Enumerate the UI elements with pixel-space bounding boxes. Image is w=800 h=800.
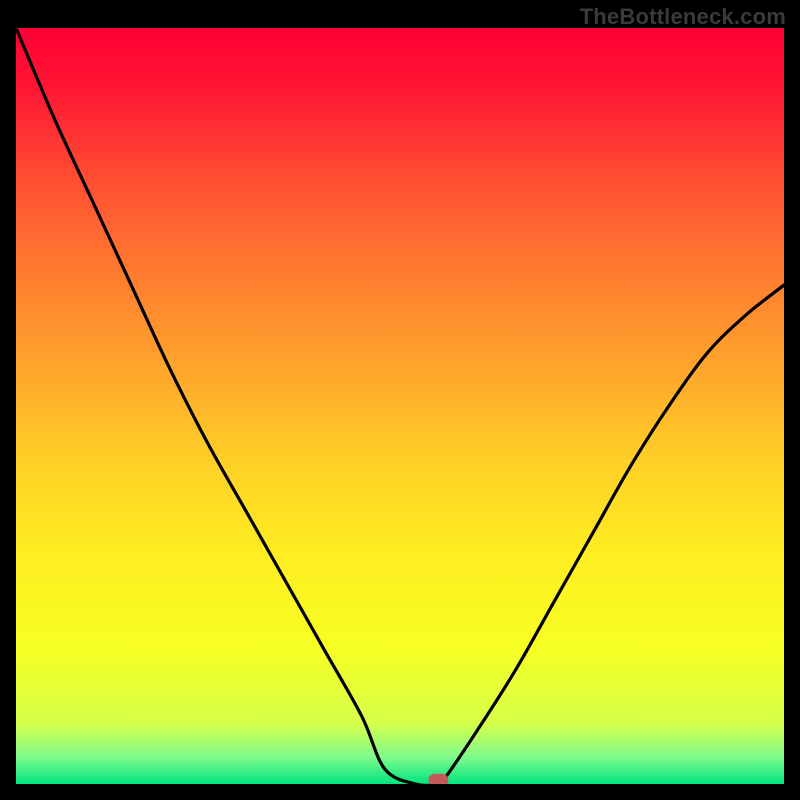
bottleneck-chart [16, 28, 784, 784]
chart-container: TheBottleneck.com [0, 0, 800, 800]
optimal-point-marker [428, 774, 448, 784]
watermark-label: TheBottleneck.com [580, 4, 786, 30]
plot-area [16, 28, 784, 784]
